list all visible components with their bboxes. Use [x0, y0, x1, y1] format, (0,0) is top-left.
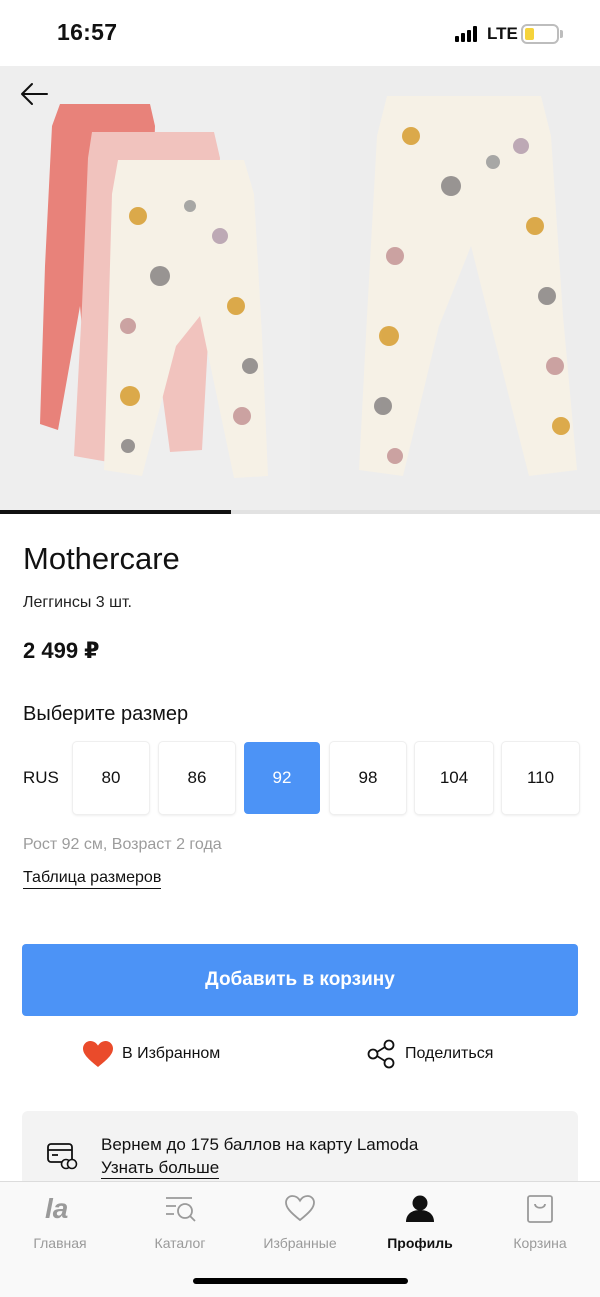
size-option[interactable]: 98 [330, 742, 406, 814]
size-option[interactable]: 80 [73, 742, 149, 814]
tab-favorites-label: Избранные [263, 1235, 337, 1251]
signal-bars-icon [455, 26, 479, 42]
arrow-left-icon [21, 83, 48, 105]
profile-icon [406, 1195, 434, 1222]
tab-favorites[interactable]: Избранные [240, 1190, 360, 1260]
svg-text:la: la [45, 1193, 68, 1223]
tab-profile[interactable]: Профиль [360, 1190, 480, 1260]
back-button[interactable] [14, 76, 54, 112]
share-icon [367, 1039, 395, 1069]
gallery-progress [0, 510, 600, 514]
status-bar: 16:57 LTE [0, 0, 600, 66]
home-indicator [193, 1278, 408, 1284]
size-table-link[interactable]: Таблица размеров [23, 869, 162, 889]
tab-catalog-label: Каталог [154, 1235, 206, 1251]
size-picker: RUS 80 86 92 98 104 110 [23, 742, 579, 814]
tab-catalog[interactable]: Каталог [120, 1190, 240, 1260]
size-hint: Рост 92 см, Возраст 2 года [23, 836, 222, 853]
size-option[interactable]: 92 [244, 742, 320, 814]
heart-filled-icon [83, 1041, 113, 1067]
favorite-label: В Избранном [122, 1045, 221, 1062]
size-scale-label: RUS [23, 768, 59, 787]
share-button[interactable]: Поделиться [367, 1038, 493, 1070]
lamoda-logo-icon: la [45, 1193, 68, 1223]
size-picker-title: Выберите размер [23, 703, 189, 725]
status-time: 16:57 [57, 19, 118, 45]
product-photo-2[interactable] [311, 66, 600, 514]
loyalty-learn-more-link[interactable]: Узнать больше [101, 1158, 220, 1179]
add-to-cart-button[interactable]: Добавить в корзину [22, 944, 578, 1016]
tab-home[interactable]: la Главная [0, 1190, 120, 1260]
network-type: LTE [487, 24, 518, 43]
loyalty-text: Вернем до 175 баллов на карту Lamoda [101, 1135, 419, 1154]
size-option[interactable]: 110 [502, 742, 579, 814]
size-option[interactable]: 86 [159, 742, 235, 814]
product-photo-1[interactable] [0, 66, 310, 514]
catalog-search-icon [166, 1197, 196, 1222]
size-option[interactable]: 104 [415, 742, 493, 814]
favorite-button[interactable]: В Избранном [82, 1038, 220, 1070]
card-coins-icon [47, 1143, 78, 1170]
product-gallery[interactable] [0, 66, 600, 514]
battery-tip [560, 30, 563, 38]
tab-cart[interactable]: Корзина [480, 1190, 600, 1260]
heart-outline-icon [285, 1195, 315, 1222]
leggings-three-pack-photo [40, 104, 268, 478]
tab-home-label: Главная [33, 1235, 87, 1251]
gallery-progress-fill [0, 510, 231, 514]
shopping-bag-icon [527, 1195, 553, 1223]
printed-leggings-back-photo [359, 96, 577, 476]
tab-cart-label: Корзина [513, 1235, 567, 1251]
product-name: Леггинсы 3 шт. [23, 594, 132, 611]
tab-profile-label: Профиль [387, 1235, 453, 1251]
product-price: 2 499 ₽ [23, 638, 100, 663]
product-brand[interactable]: Mothercare [23, 541, 180, 577]
battery-low-icon [521, 24, 559, 44]
share-label: Поделиться [405, 1045, 494, 1062]
